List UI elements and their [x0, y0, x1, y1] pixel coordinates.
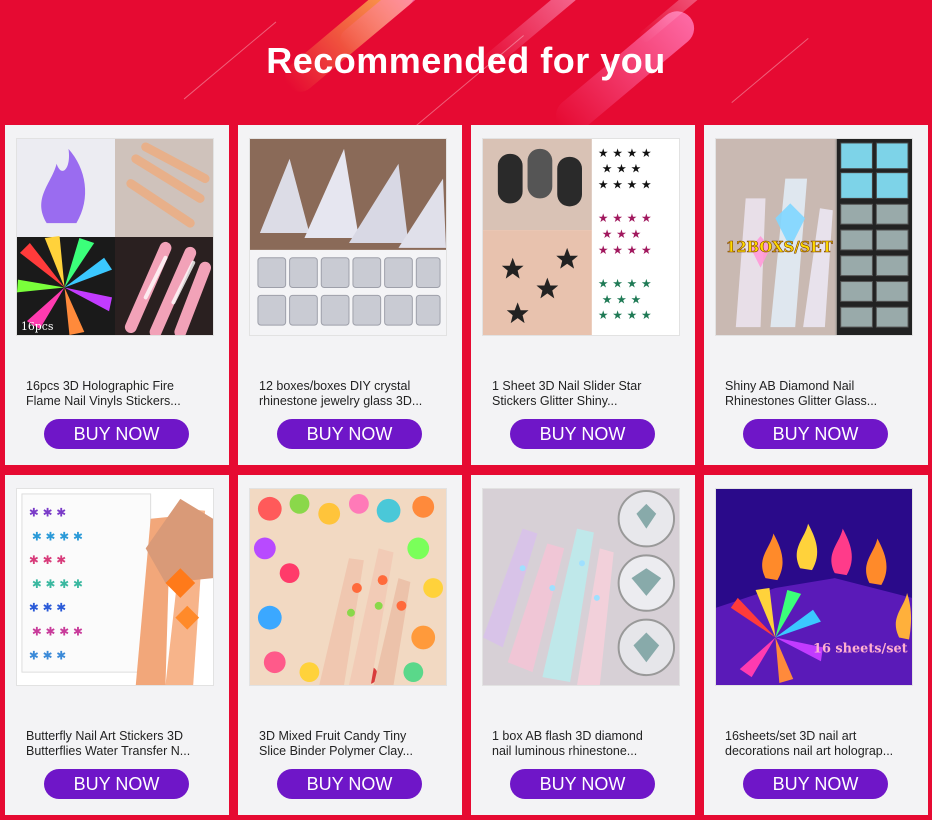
svg-text:★ ★ ★ ★: ★ ★ ★ ★ [598, 308, 652, 322]
product-image[interactable] [249, 488, 447, 686]
product-name[interactable]: 12 boxes/boxes DIY crystal rhinestone je… [259, 379, 439, 409]
svg-text:★ ★ ★ ★: ★ ★ ★ ★ [598, 243, 652, 257]
buy-now-button[interactable]: BUY NOW [44, 769, 189, 799]
buy-now-button[interactable]: BUY NOW [277, 419, 422, 449]
product-card[interactable]: ✱ ✱ ✱ ✱ ✱ ✱ ✱ ✱ ✱ ✱ ✱ ✱ ✱ ✱ ✱ ✱ ✱ ✱ ✱ ✱ … [5, 475, 229, 815]
buy-now-button[interactable]: BUY NOW [743, 419, 888, 449]
svg-text:★ ★ ★: ★ ★ ★ [602, 227, 641, 241]
product-image-art [250, 489, 446, 685]
svg-text:✱ ✱ ✱ ✱: ✱ ✱ ✱ ✱ [32, 529, 83, 543]
product-name[interactable]: 3D Mixed Fruit Candy Tiny Slice Binder P… [259, 729, 439, 759]
product-card[interactable]: 16pcs 16pcs 3D Holographic Fire Flame Na… [5, 125, 229, 465]
buy-now-button[interactable]: BUY NOW [44, 419, 189, 449]
product-card[interactable]: ★ ★ ★ ★ ★ ★ ★ ★ ★ ★ ★ ★ ★ ★ ★ ★ ★ ★ ★ ★ ★ ★ … [471, 125, 695, 465]
product-name[interactable]: 16pcs 3D Holographic Fire Flame Nail Vin… [26, 379, 206, 409]
buy-now-button[interactable]: BUY NOW [510, 419, 655, 449]
product-card[interactable]: 16 sheets/set 16sheets/set 3D nail art d… [704, 475, 928, 815]
image-caption: 16 sheets/set [813, 641, 908, 656]
product-card[interactable]: 12BOXS/SET Shiny AB Diamond Nail Rhinest… [704, 125, 928, 465]
product-image-art: 12BOXS/SET [716, 139, 912, 335]
product-name[interactable]: Butterfly Nail Art Stickers 3D Butterfli… [26, 729, 206, 759]
product-name[interactable]: Shiny AB Diamond Nail Rhinestones Glitte… [725, 379, 905, 409]
svg-text:✱ ✱ ✱ ✱: ✱ ✱ ✱ ✱ [32, 577, 83, 591]
buy-now-button[interactable]: BUY NOW [510, 769, 655, 799]
product-name[interactable]: 16sheets/set 3D nail art decorations nai… [725, 729, 905, 759]
product-name[interactable]: 1 box AB flash 3D diamond nail luminous … [492, 729, 672, 759]
page-title: Recommended for you [266, 40, 666, 81]
product-image[interactable] [249, 138, 447, 336]
header-banner: Recommended for you [0, 0, 932, 125]
product-image[interactable]: 16 sheets/set [715, 488, 913, 686]
product-image[interactable] [482, 488, 680, 686]
product-card[interactable]: 3D Mixed Fruit Candy Tiny Slice Binder P… [238, 475, 462, 815]
svg-text:✱ ✱ ✱ ✱: ✱ ✱ ✱ ✱ [32, 625, 83, 639]
svg-text:★ ★ ★ ★: ★ ★ ★ ★ [598, 211, 652, 225]
product-image-art: ★ ★ ★ ★★ ★ ★★ ★ ★ ★ ★ ★ ★ ★★ ★ ★★ ★ ★ ★ … [483, 139, 679, 335]
svg-text:★ ★ ★ ★: ★ ★ ★ ★ [598, 177, 652, 191]
svg-text:✱ ✱ ✱: ✱ ✱ ✱ [29, 648, 66, 662]
product-image[interactable]: 16pcs [16, 138, 214, 336]
product-card[interactable]: 1 box AB flash 3D diamond nail luminous … [471, 475, 695, 815]
svg-text:✱ ✱ ✱: ✱ ✱ ✱ [29, 601, 66, 615]
image-caption: 16pcs [21, 320, 54, 333]
buy-now-button[interactable]: BUY NOW [277, 769, 422, 799]
svg-text:★ ★ ★: ★ ★ ★ [602, 292, 641, 306]
image-caption: 12BOXS/SET [726, 239, 833, 256]
product-image-art: 16 sheets/set [716, 489, 912, 685]
product-name[interactable]: 1 Sheet 3D Nail Slider Star Stickers Gli… [492, 379, 672, 409]
product-image-art [483, 489, 679, 685]
product-image[interactable]: ★ ★ ★ ★ ★ ★ ★ ★ ★ ★ ★ ★ ★ ★ ★ ★ ★ ★ ★ ★ ★ ★ … [482, 138, 680, 336]
product-card[interactable]: 12 boxes/boxes DIY crystal rhinestone je… [238, 125, 462, 465]
svg-text:★ ★ ★: ★ ★ ★ [602, 162, 641, 176]
product-image-art [250, 139, 446, 335]
product-grid: 16pcs 16pcs 3D Holographic Fire Flame Na… [5, 125, 928, 815]
svg-text:✱ ✱ ✱: ✱ ✱ ✱ [29, 553, 66, 567]
product-image-art: ✱ ✱ ✱ ✱ ✱ ✱ ✱ ✱ ✱ ✱ ✱ ✱ ✱ ✱ ✱ ✱ ✱ ✱ ✱ ✱ … [17, 489, 213, 685]
product-image-art: 16pcs [17, 139, 213, 335]
buy-now-button[interactable]: BUY NOW [743, 769, 888, 799]
product-image[interactable]: ✱ ✱ ✱ ✱ ✱ ✱ ✱ ✱ ✱ ✱ ✱ ✱ ✱ ✱ ✱ ✱ ✱ ✱ ✱ ✱ … [16, 488, 214, 686]
product-image[interactable]: 12BOXS/SET [715, 138, 913, 336]
svg-text:★ ★ ★ ★: ★ ★ ★ ★ [598, 276, 652, 290]
svg-text:✱ ✱ ✱: ✱ ✱ ✱ [29, 506, 66, 520]
svg-text:★ ★ ★ ★: ★ ★ ★ ★ [598, 146, 652, 160]
